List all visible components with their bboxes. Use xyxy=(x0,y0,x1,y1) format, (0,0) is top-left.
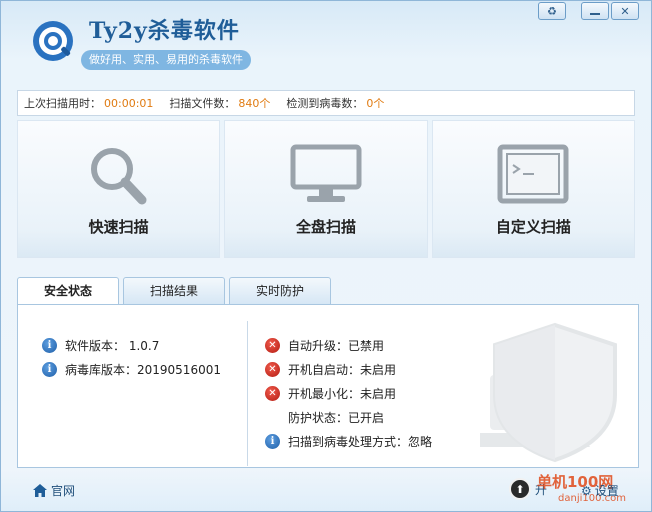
close-button[interactable]: ✕ xyxy=(611,2,639,20)
official-site-link[interactable]: 官网 xyxy=(33,482,75,499)
last-scan-value: 00:00:01 xyxy=(104,96,154,110)
shield-laptop-icon xyxy=(480,322,617,463)
info-icon: i xyxy=(42,361,57,377)
full-scan-label: 全盘扫描 xyxy=(295,218,356,236)
autostart-text: 开机自启动：未启用 xyxy=(288,362,397,377)
minimize-icon xyxy=(590,13,600,15)
home-icon xyxy=(33,484,47,497)
magnifier-icon xyxy=(90,148,147,205)
close-icon: ✕ xyxy=(620,4,630,18)
app-slogan: 做好用、实用、易用的杀毒软件 xyxy=(81,50,251,70)
info-icon: i xyxy=(265,433,280,449)
full-scan-button[interactable]: 全盘扫描 xyxy=(224,120,428,258)
terminal-icon xyxy=(497,144,569,204)
protection-status-row: 防护状态：已开启 xyxy=(265,408,384,426)
scan-stats-bar: 上次扫描用时： 00:00:01 扫描文件数： 840个 检测到病毒数： 0个 xyxy=(17,90,635,116)
virus-db-version-row: i 病毒库版本：20190516001 xyxy=(42,360,221,378)
quick-scan-label: 快速扫描 xyxy=(88,218,149,236)
virus-value: 0个 xyxy=(366,97,385,110)
tab-bar: 安全状态 扫描结果 实时防护 xyxy=(17,277,331,305)
security-status-panel: i 软件版本： 1.0.7 i 病毒库版本：20190516001 ✕ 自动升级… xyxy=(17,304,639,468)
virus-db-version-text: 病毒库版本：20190516001 xyxy=(65,362,221,377)
upload-arrow-icon: ⬆ xyxy=(509,478,531,500)
start-minimized-text: 开机最小化：未启用 xyxy=(288,386,397,401)
auto-update-text: 自动升级：已禁用 xyxy=(288,338,385,353)
last-scan-label: 上次扫描用时： xyxy=(24,97,101,110)
virus-label: 检测到病毒数： xyxy=(286,97,364,110)
autostart-row: ✕ 开机自启动：未启用 xyxy=(265,360,396,378)
tab-realtime-protection[interactable]: 实时防护 xyxy=(229,277,331,304)
gear-icon: ⚙ xyxy=(581,483,592,498)
tab-scan-results[interactable]: 扫描结果 xyxy=(123,277,225,304)
software-version-text: 软件版本： 1.0.7 xyxy=(65,338,160,353)
software-version-row: i 软件版本： 1.0.7 xyxy=(42,336,159,354)
virus-action-text: 扫描到病毒处理方式：忽略 xyxy=(288,434,433,449)
official-site-label: 官网 xyxy=(51,484,76,498)
tab-security-status[interactable]: 安全状态 xyxy=(17,277,119,305)
start-minimized-row: ✕ 开机最小化：未启用 xyxy=(265,384,396,402)
magnifier-logo-icon xyxy=(33,21,73,61)
settings-label: 设置 xyxy=(594,484,619,498)
error-icon: ✕ xyxy=(265,361,280,377)
app-window: Ty2y杀毒软件 做好用、实用、易用的杀毒软件 ♻ ✕ 上次扫描用时： 00:0… xyxy=(0,0,652,512)
minimize-button[interactable] xyxy=(581,2,609,20)
quick-scan-button[interactable]: 快速扫描 xyxy=(17,120,221,258)
files-value: 840个 xyxy=(238,97,271,110)
custom-scan-label: 自定义扫描 xyxy=(495,218,571,236)
settings-button[interactable]: ⚙ 设置 xyxy=(581,482,619,499)
protection-status-text: 防护状态：已开启 xyxy=(288,410,385,425)
virus-action-row: i 扫描到病毒处理方式：忽略 xyxy=(265,432,432,450)
scan-tiles: 快速扫描 全盘扫描 自定义扫描 xyxy=(17,120,635,258)
error-icon: ✕ xyxy=(265,385,280,401)
skin-button[interactable]: ♻ xyxy=(538,2,566,20)
auto-update-row: ✕ 自动升级：已禁用 xyxy=(265,336,384,354)
panel-divider xyxy=(247,321,248,466)
info-icon: i xyxy=(42,337,57,353)
app-title: Ty2y杀毒软件 xyxy=(89,18,240,44)
custom-scan-button[interactable]: 自定义扫描 xyxy=(431,120,635,258)
error-icon: ✕ xyxy=(265,337,280,353)
recycle-icon: ♻ xyxy=(547,4,557,18)
monitor-icon xyxy=(290,144,362,202)
files-label: 扫描文件数： xyxy=(169,97,236,110)
